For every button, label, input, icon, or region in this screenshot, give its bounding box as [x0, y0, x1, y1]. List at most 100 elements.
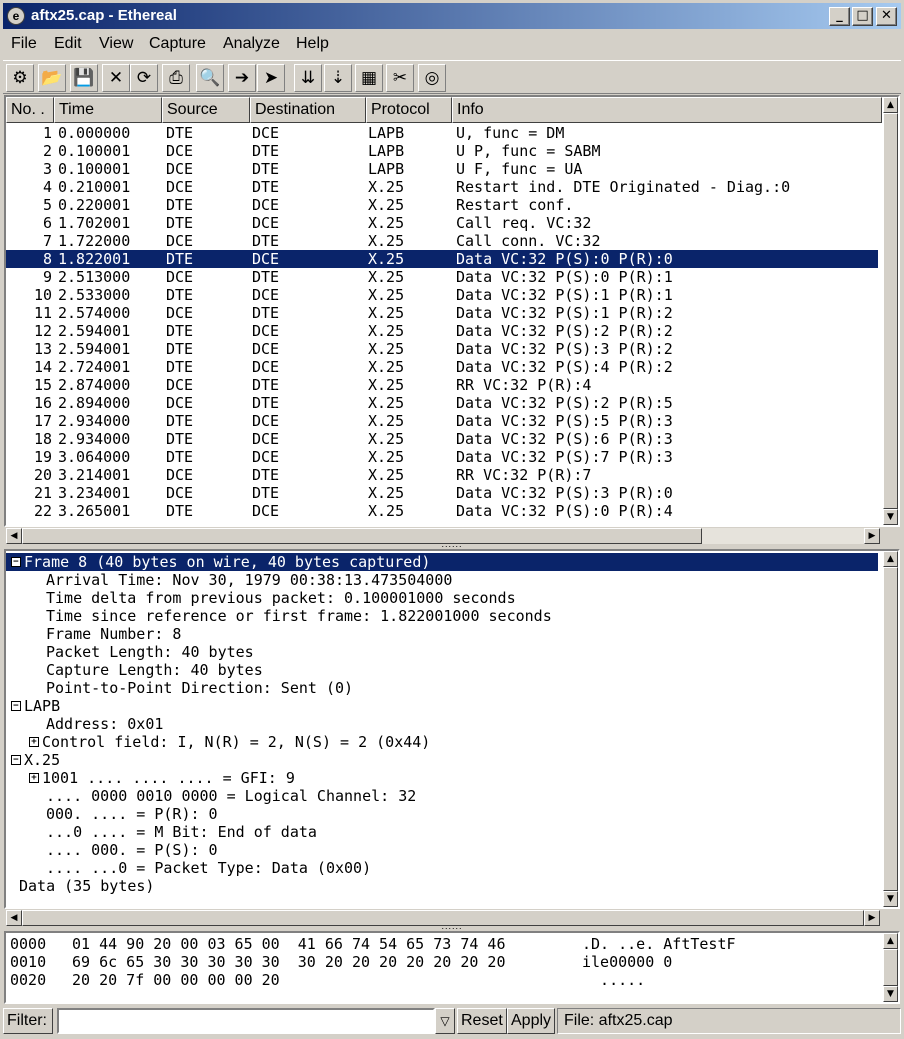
- filter-input[interactable]: [57, 1008, 435, 1034]
- packet-row[interactable]: 5 0.220001 DTE DCE X.25 Restart conf.: [6, 196, 878, 214]
- scroll-down-arrow-icon[interactable]: ▼: [883, 986, 898, 1002]
- detail-line[interactable]: Capture Length: 40 bytes: [6, 661, 878, 679]
- detail-line[interactable]: Packet Length: 40 bytes: [6, 643, 878, 661]
- open-icon[interactable]: 📂: [38, 64, 66, 92]
- packet-row[interactable]: 6 1.702001 DTE DCE X.25 Call req. VC:32: [6, 214, 878, 232]
- detail-line[interactable]: Arrival Time: Nov 30, 1979 00:38:13.4735…: [6, 571, 878, 589]
- detail-line[interactable]: − X.25: [6, 751, 878, 769]
- find-icon[interactable]: 🔍: [196, 64, 224, 92]
- packet-row[interactable]: 18 2.934000 DTE DCE X.25 Data VC:32 P(S):6 P(…: [6, 430, 878, 448]
- go-to-icon[interactable]: ➔: [228, 64, 256, 92]
- go-to-packet-icon[interactable]: ➤: [257, 64, 285, 92]
- menu-file[interactable]: File: [11, 35, 37, 53]
- packet-protocol: X.25: [368, 484, 405, 502]
- packet-row[interactable]: 17 2.934000 DTE DCE X.25 Data VC:32 P(S):5 P(…: [6, 412, 878, 430]
- packet-row[interactable]: 13 2.594001 DTE DCE X.25 Data VC:32 P(S):3 P(…: [6, 340, 878, 358]
- close-icon[interactable]: ✕: [102, 64, 130, 92]
- expand-icon[interactable]: +: [29, 737, 39, 747]
- scroll-down-arrow-icon[interactable]: ▼: [883, 509, 898, 525]
- detail-line[interactable]: .... ...0 = Packet Type: Data (0x00): [6, 859, 878, 877]
- collapse-icon[interactable]: −: [11, 755, 21, 765]
- column-header-protocol[interactable]: Protocol: [366, 97, 452, 123]
- apply-button[interactable]: Apply: [507, 1008, 556, 1034]
- scroll-up-arrow-icon[interactable]: ▲: [883, 97, 898, 113]
- packet-row[interactable]: 3 0.100001 DCE DTE LAPB U F, func = UA: [6, 160, 878, 178]
- packet-row[interactable]: 9 2.513000 DCE DTE X.25 Data VC:32 P(S):0 P(R…: [6, 268, 878, 286]
- scroll-up-arrow-icon[interactable]: ▲: [883, 551, 898, 567]
- packet-row[interactable]: 20 3.214001 DCE DTE X.25 RR VC:32 P(R):7: [6, 466, 878, 484]
- packet-row[interactable]: 21 3.234001 DCE DTE X.25 Data VC:32 P(S):3 P(…: [6, 484, 878, 502]
- detail-line[interactable]: 000. .... = P(R): 0: [6, 805, 878, 823]
- menu-analyze[interactable]: Analyze: [223, 35, 280, 53]
- menu-edit[interactable]: Edit: [54, 35, 82, 53]
- packet-row[interactable]: 16 2.894000 DCE DTE X.25 Data VC:32 P(S):2 P(…: [6, 394, 878, 412]
- column-header-source[interactable]: Source: [162, 97, 250, 123]
- detail-line[interactable]: − LAPB: [6, 697, 878, 715]
- detail-line[interactable]: Point-to-Point Direction: Sent (0): [6, 679, 878, 697]
- detail-line[interactable]: .... 0000 0010 0000 = Logical Channel: 3…: [6, 787, 878, 805]
- hex-row[interactable]: 0000 01 44 90 20 00 03 65 00 41 66 74 54 …: [10, 935, 876, 953]
- detail-line[interactable]: Frame Number: 8: [6, 625, 878, 643]
- close-window-button[interactable]: ✕: [876, 7, 897, 26]
- column-header-destination[interactable]: Destination: [250, 97, 366, 123]
- packet-row[interactable]: 12 2.594001 DTE DCE X.25 Data VC:32 P(S):2 P(…: [6, 322, 878, 340]
- packet-row[interactable]: 11 2.574000 DCE DTE X.25 Data VC:32 P(S):1 P(…: [6, 304, 878, 322]
- packet-protocol: X.25: [368, 232, 405, 250]
- menu-help[interactable]: Help: [296, 35, 329, 53]
- detail-line[interactable]: .... 000. = P(S): 0: [6, 841, 878, 859]
- column-header-info[interactable]: Info: [452, 97, 882, 123]
- packet-row[interactable]: 1 0.000000 DTE DCE LAPB U, func = DM: [6, 124, 878, 142]
- bytes-vscrollbar[interactable]: ▲ ▼: [883, 933, 898, 1002]
- detail-line[interactable]: + Control field: I, N(R) = 2, N(S) = 2 (0…: [6, 733, 878, 751]
- packet-row[interactable]: 10 2.533000 DTE DCE X.25 Data VC:32 P(S):1 P(…: [6, 286, 878, 304]
- packet-row[interactable]: 22 3.265001 DTE DCE X.25 Data VC:32 P(S):0 P(…: [6, 502, 878, 520]
- column-header-no[interactable]: No. .: [6, 97, 54, 123]
- packet-row[interactable]: 4 0.210001 DCE DTE X.25 Restart ind. DTE Orig…: [6, 178, 878, 196]
- capture-options-icon[interactable]: ⚙: [6, 64, 34, 92]
- minimize-button[interactable]: _: [829, 7, 850, 26]
- display-filter-icon[interactable]: ⇣: [324, 64, 352, 92]
- details-vscrollbar[interactable]: ▲ ▼: [883, 551, 898, 907]
- save-icon[interactable]: 💾: [70, 64, 98, 92]
- packet-row[interactable]: 19 3.064000 DTE DCE X.25 Data VC:32 P(S):7 P(…: [6, 448, 878, 466]
- detail-line[interactable]: ...0 .... = M Bit: End of data: [6, 823, 878, 841]
- scroll-thumb[interactable]: [883, 567, 898, 891]
- detail-line[interactable]: +1001 .... .... .... = GFI: 9: [6, 769, 878, 787]
- reload-icon[interactable]: ⟳: [130, 64, 158, 92]
- filter-dropdown-arrow-icon[interactable]: ▽: [435, 1008, 455, 1034]
- title-bar[interactable]: e aftx25.cap - Ethereal _ □ ✕: [0, 0, 904, 30]
- collapse-icon[interactable]: −: [11, 701, 21, 711]
- scroll-thumb[interactable]: [883, 949, 898, 986]
- maximize-button[interactable]: □: [852, 7, 873, 26]
- ethereal-app-icon[interactable]: e: [7, 7, 25, 25]
- detail-line[interactable]: Time delta from previous packet: 0.10000…: [6, 589, 878, 607]
- capture-filter-icon[interactable]: ⇊: [294, 64, 322, 92]
- packet-row[interactable]: 7 1.722000 DCE DTE X.25 Call conn. VC:32: [6, 232, 878, 250]
- detail-line[interactable]: Time since reference or first frame: 1.8…: [6, 607, 878, 625]
- detail-line[interactable]: Address: 0x01: [6, 715, 878, 733]
- reset-button[interactable]: Reset: [457, 1008, 507, 1034]
- coloring-icon[interactable]: ▦: [355, 64, 383, 92]
- packet-list-vscrollbar[interactable]: ▲ ▼: [883, 97, 898, 525]
- expand-icon[interactable]: +: [29, 773, 39, 783]
- hex-row[interactable]: 0010 69 6c 65 30 30 30 30 30 30 20 20 20 …: [10, 953, 876, 971]
- column-header-time[interactable]: Time: [54, 97, 162, 123]
- preferences-icon[interactable]: ✂: [386, 64, 414, 92]
- packet-row[interactable]: 8 1.822001 DTE DCE X.25 Data VC:32 P(S):0 P(R…: [6, 250, 878, 268]
- help-icon[interactable]: ◎: [418, 64, 446, 92]
- packet-row[interactable]: 14 2.724001 DTE DCE X.25 Data VC:32 P(S):4 P(…: [6, 358, 878, 376]
- detail-line[interactable]: − Frame 8 (40 bytes on wire, 40 bytes cap…: [6, 553, 878, 571]
- scroll-up-arrow-icon[interactable]: ▲: [883, 933, 898, 949]
- hex-row[interactable]: 0020 20 20 7f 00 00 00 00 20 .....: [10, 971, 876, 989]
- packet-row[interactable]: 2 0.100001 DCE DTE LAPB U P, func = SABM: [6, 142, 878, 160]
- menu-capture[interactable]: Capture: [149, 35, 206, 53]
- menu-view[interactable]: View: [99, 35, 133, 53]
- filter-button[interactable]: Filter:: [3, 1008, 53, 1034]
- detail-line[interactable]: Data (35 bytes): [6, 877, 878, 895]
- packet-row[interactable]: 15 2.874000 DCE DTE X.25 RR VC:32 P(R):4: [6, 376, 878, 394]
- collapse-icon[interactable]: −: [11, 557, 21, 567]
- scroll-thumb[interactable]: [883, 113, 898, 509]
- print-icon[interactable]: ⎙: [162, 64, 190, 92]
- scroll-down-arrow-icon[interactable]: ▼: [883, 891, 898, 907]
- detail-text: Arrival Time: Nov 30, 1979 00:38:13.4735…: [46, 571, 453, 589]
